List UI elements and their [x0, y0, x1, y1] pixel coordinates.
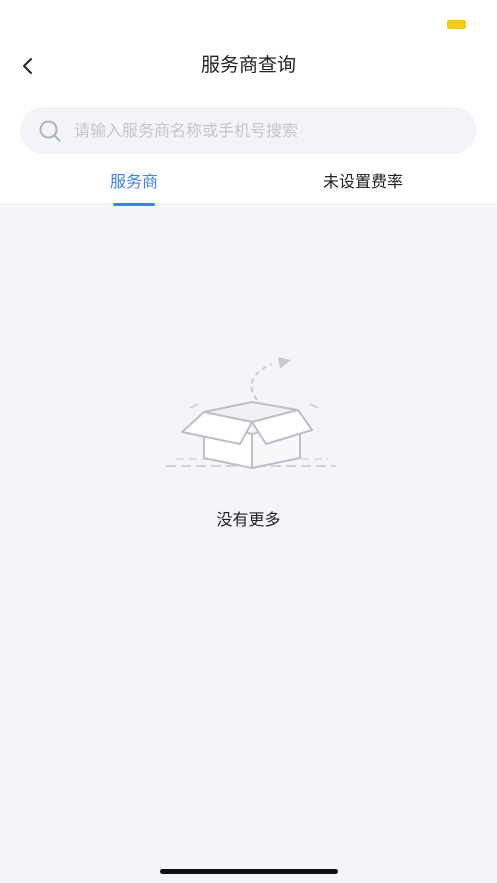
- page-title: 服务商查询: [200, 54, 296, 76]
- home-indicator[interactable]: [160, 869, 338, 874]
- tab-service-provider[interactable]: 服务商: [54, 168, 214, 198]
- search-bar[interactable]: [20, 107, 477, 154]
- active-tab-indicator: [113, 203, 155, 206]
- tab-no-rate-set[interactable]: 未设置费率: [283, 168, 443, 198]
- search-input[interactable]: [74, 107, 464, 154]
- battery-icon: [447, 20, 466, 29]
- search-icon: [39, 120, 61, 142]
- empty-box-icon: [166, 357, 336, 469]
- empty-state-text: 没有更多: [216, 510, 281, 529]
